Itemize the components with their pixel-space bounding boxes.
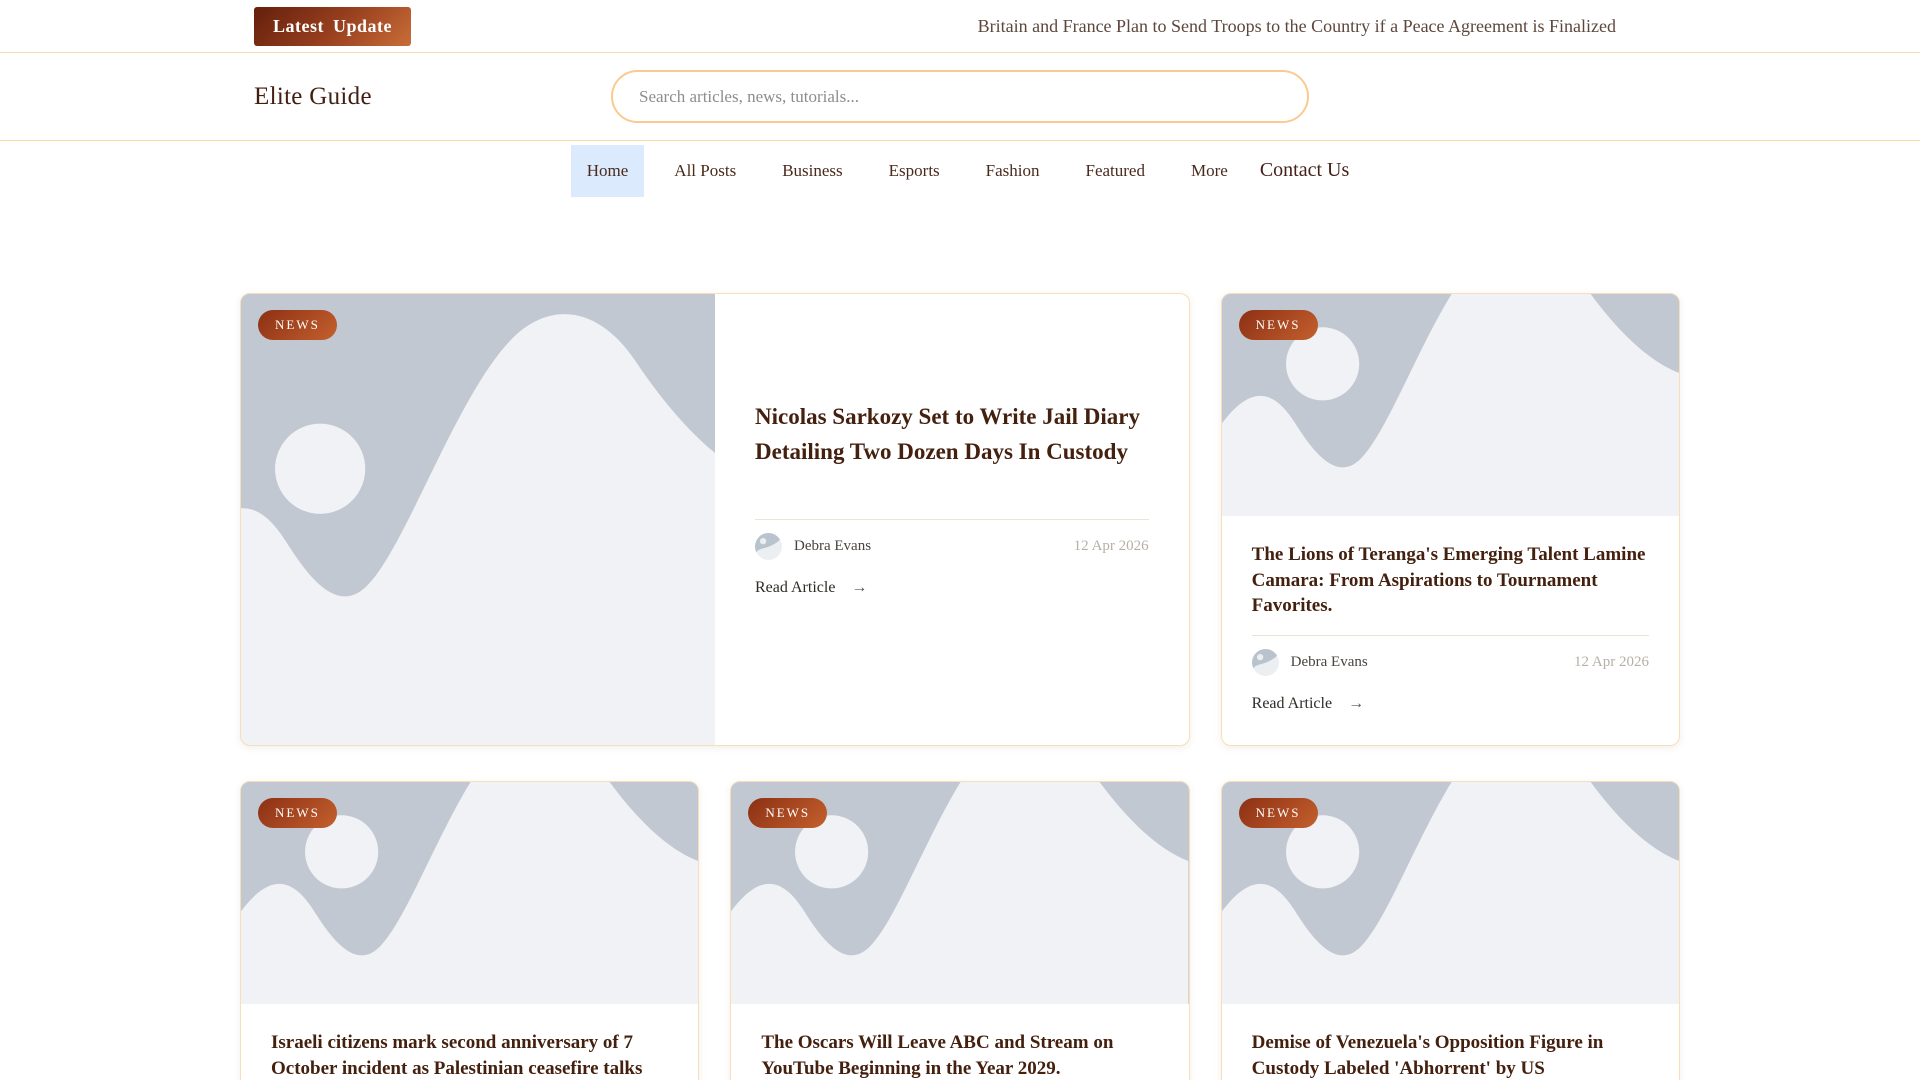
divider — [1251, 634, 1649, 636]
search-bar — [611, 70, 1309, 123]
breaking-news-headline[interactable]: Britain and France Plan to Send Troops t… — [978, 16, 1616, 37]
latest-update-badge: Latest Update — [254, 6, 411, 46]
author-name: Debra Evans — [794, 538, 872, 554]
nav-item-fashion[interactable]: Fashion — [970, 145, 1056, 197]
nav-item-all-posts[interactable]: All Posts — [658, 145, 752, 197]
news-category-badge[interactable]: NEWS — [1238, 310, 1318, 340]
article-title[interactable]: Nicolas Sarkozy Set to Write Jail Diary … — [755, 399, 1149, 469]
news-category-badge[interactable]: NEWS — [748, 798, 828, 828]
author-avatar — [755, 533, 782, 560]
articles-section: NEWS Nicolas Sarkozy Set to Write Jail D… — [0, 200, 1920, 1080]
article-image-placeholder: NEWS — [1221, 294, 1679, 516]
author-avatar — [1251, 648, 1279, 676]
featured-article-card: NEWS Nicolas Sarkozy Set to Write Jail D… — [240, 293, 1190, 746]
nav-item-business[interactable]: Business — [766, 145, 858, 197]
article-title[interactable]: Israeli citizens mark second anniversary… — [271, 1030, 668, 1080]
author-name: Debra Evans — [1290, 653, 1368, 670]
site-logo[interactable]: Elite Guide — [254, 83, 372, 111]
nav-item-home[interactable]: Home — [570, 144, 645, 197]
divider — [755, 519, 1149, 520]
article-title[interactable]: Demise of Venezuela's Opposition Figure … — [1252, 1030, 1649, 1080]
article-title[interactable]: The Lions of Teranga's Emerging Talent L… — [1252, 542, 1649, 619]
news-category-badge[interactable]: NEWS — [258, 798, 337, 828]
nav-item-esports[interactable]: Esports — [873, 145, 956, 197]
read-article-link[interactable]: Read Article → — [755, 579, 867, 597]
publish-date: 12 Apr 2026 — [1073, 538, 1149, 554]
article-title[interactable]: The Oscars Will Leave ABC and Stream on … — [761, 1030, 1158, 1080]
site-header: Elite Guide — [0, 53, 1920, 140]
arrow-right-icon: → — [1348, 694, 1365, 712]
article-image-placeholder: NEWS — [1221, 782, 1679, 1004]
news-category-badge[interactable]: NEWS — [258, 310, 337, 340]
read-article-link[interactable]: Read Article → — [1252, 695, 1364, 713]
article-card: NEWS Israeli citizens mark second annive… — [240, 781, 700, 1080]
secondary-article-card: NEWS The Lions of Teranga's Emerging Tal… — [1220, 293, 1680, 746]
nav-contact-us-link[interactable]: Contact Us — [1260, 159, 1349, 182]
article-card: NEWS Demise of Venezuela's Opposition Fi… — [1220, 781, 1680, 1080]
main-navigation: Home All Posts Business Esports Fashion … — [0, 140, 1920, 200]
search-input[interactable] — [611, 70, 1309, 123]
article-card: NEWS The Oscars Will Leave ABC and Strea… — [730, 781, 1190, 1080]
top-ticker-bar: Latest Update Britain and France Plan to… — [0, 0, 1920, 53]
nav-item-featured[interactable]: Featured — [1070, 145, 1161, 197]
publish-date: 12 Apr 2026 — [1574, 653, 1649, 670]
article-image-placeholder: NEWS — [241, 294, 715, 745]
news-category-badge[interactable]: NEWS — [1238, 798, 1318, 828]
article-image-placeholder: NEWS — [241, 782, 699, 1004]
article-image-placeholder: NEWS — [731, 782, 1189, 1004]
arrow-right-icon: → — [851, 579, 868, 596]
nav-item-more[interactable]: More — [1175, 145, 1244, 197]
